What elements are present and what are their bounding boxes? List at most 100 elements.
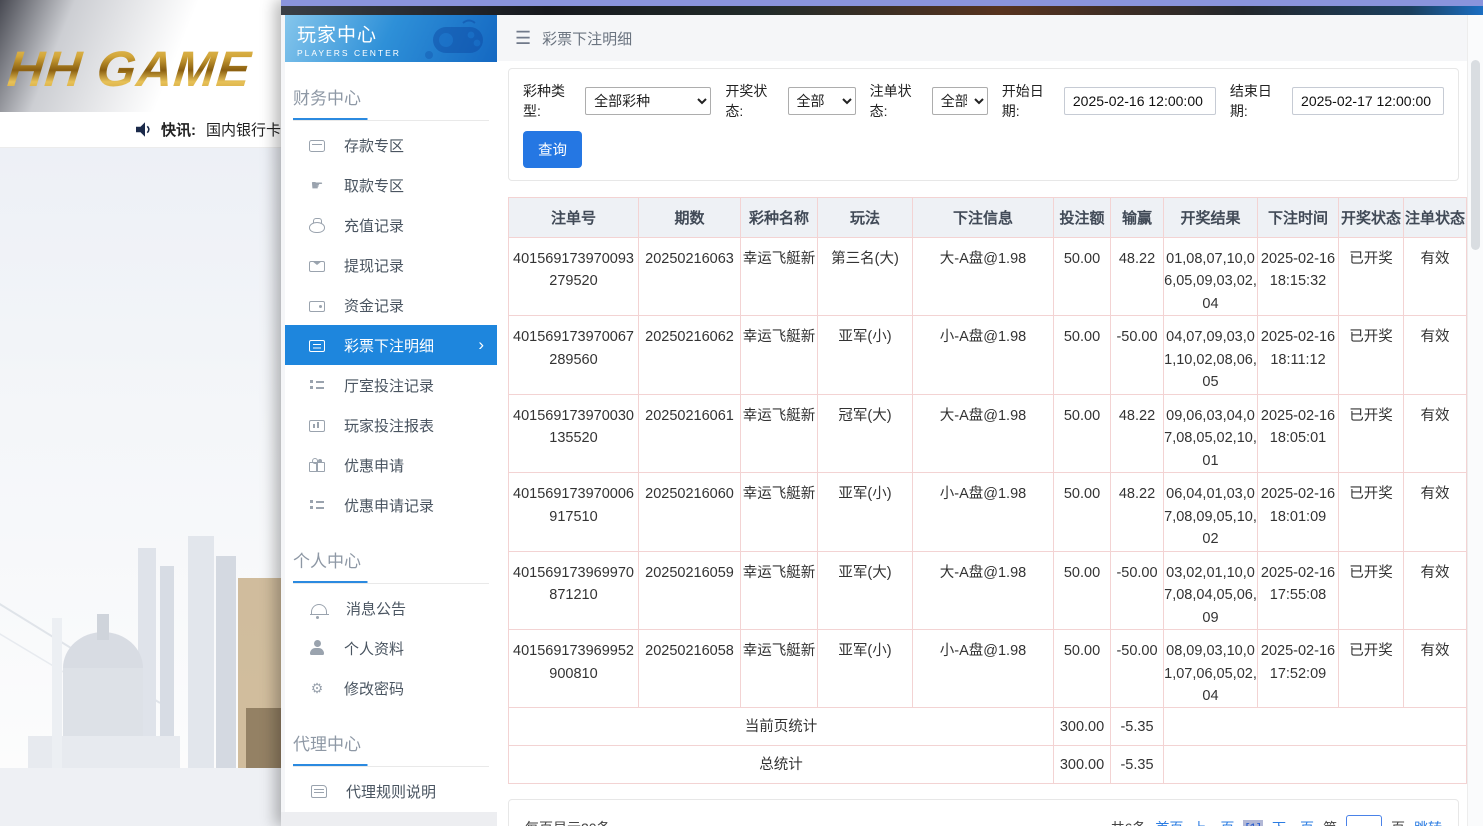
- sidebar-item-promo-apply-records[interactable]: 优惠申请记录: [285, 485, 497, 525]
- grand-summary-row: 总统计 300.00 -5.35: [509, 746, 1467, 784]
- start-date-label: 开始日期:: [1002, 81, 1058, 121]
- cell-bet-amount: 50.00: [1054, 238, 1111, 316]
- next-page-link[interactable]: 下一页: [1272, 818, 1314, 826]
- cell-win-loss: 48.22: [1111, 473, 1164, 551]
- cell-draw-result: 09,06,03,04,07,08,05,02,10,01: [1164, 394, 1258, 472]
- cell-draw-status: 已开奖: [1339, 238, 1404, 316]
- table-row[interactable]: 401569173970093279520 20250216063 幸运飞艇新 …: [509, 238, 1467, 316]
- sidebar-item-label: 取款专区: [344, 175, 404, 196]
- cell-issue: 20250216061: [639, 394, 741, 472]
- lottery-bets-icon: [309, 340, 325, 352]
- first-page-link[interactable]: 首页: [1155, 818, 1183, 826]
- cell-issue: 20250216063: [639, 238, 741, 316]
- sidebar-item-hall-bet-records[interactable]: 厅室投注记录: [285, 365, 497, 405]
- sidebar-item-withdrawal-records[interactable]: 提现记录: [285, 245, 497, 285]
- cell-win-loss: 48.22: [1111, 238, 1164, 316]
- bets-table: 注单号期数彩种名称玩法下注信息投注额输赢开奖结果下注时间开奖状态注单状态 401…: [508, 197, 1467, 784]
- summary-bet-total: 300.00: [1054, 746, 1111, 784]
- cell-bet-info: 小-A盘@1.98: [913, 630, 1054, 708]
- site-background-photo: [0, 148, 281, 826]
- background-site: HH GAME 快讯: 国内银行卡: [0, 0, 281, 826]
- table-row[interactable]: 401569173969970871210 20250216059 幸运飞艇新 …: [509, 551, 1467, 629]
- scrollbar-thumb[interactable]: [1471, 60, 1480, 250]
- cell-bet-time: 2025-02-16 18:15:32: [1258, 238, 1339, 316]
- scrollbar-track[interactable]: [1467, 15, 1483, 826]
- sidebar-item-deposit-zone[interactable]: 存款专区: [285, 125, 497, 165]
- person-icon: [309, 640, 325, 656]
- cell-play-type: 亚军(大): [818, 551, 913, 629]
- column-header: 开奖状态: [1339, 198, 1404, 238]
- cell-issue: 20250216059: [639, 551, 741, 629]
- summary-empty: [1164, 708, 1467, 746]
- funds-wallet-icon: [309, 301, 325, 312]
- sidebar-item-withdraw-zone[interactable]: ☛ 取款专区: [285, 165, 497, 205]
- cell-bet-info: 大-A盘@1.98: [913, 551, 1054, 629]
- section-heading-personal: 个人中心: [293, 547, 497, 572]
- sidebar-item-profile[interactable]: 个人资料: [285, 628, 497, 668]
- start-date-input[interactable]: [1064, 87, 1216, 115]
- hamburger-menu-icon[interactable]: ☰: [515, 28, 531, 49]
- prev-page-link[interactable]: 上一页: [1192, 818, 1234, 826]
- cell-order-id: 401569173969952900810: [509, 630, 639, 708]
- sidebar-item-agent-rules[interactable]: 代理规则说明: [285, 771, 497, 811]
- promo-gift-icon: [309, 462, 325, 472]
- cell-bet-time: 2025-02-16 18:01:09: [1258, 473, 1339, 551]
- jump-prefix: 第: [1323, 818, 1337, 826]
- cell-issue: 20250216060: [639, 473, 741, 551]
- section-heading-finance: 财务中心: [293, 84, 497, 109]
- sidebar-item-label: 彩票下注明细: [344, 335, 434, 356]
- draw-status-label: 开奖状态:: [725, 81, 781, 121]
- sidebar-item-label: 优惠申请记录: [344, 495, 434, 516]
- promo-record-list-icon: [309, 497, 325, 513]
- cell-bet-amount: 50.00: [1054, 630, 1111, 708]
- column-header: 注单号: [509, 198, 639, 238]
- table-row[interactable]: 401569173970030135520 20250216061 幸运飞艇新 …: [509, 394, 1467, 472]
- bet-status-select[interactable]: 全部: [932, 87, 988, 115]
- cell-order-status: 有效: [1404, 551, 1467, 629]
- end-date-input[interactable]: [1292, 87, 1444, 115]
- sidebar-item-recharge-records[interactable]: 充值记录: [285, 205, 497, 245]
- draw-status-select[interactable]: 全部: [788, 87, 856, 115]
- cell-draw-result: 03,02,01,10,07,08,04,05,06,09: [1164, 551, 1258, 629]
- section-heading-agent: 代理中心: [293, 730, 497, 755]
- cell-bet-amount: 50.00: [1054, 316, 1111, 394]
- search-button[interactable]: 查询: [523, 131, 582, 168]
- lottery-type-select[interactable]: 全部彩种: [585, 87, 711, 115]
- cell-order-status: 有效: [1404, 238, 1467, 316]
- jump-button[interactable]: 跳转: [1414, 818, 1442, 826]
- sidebar-item-label: 玩家投注报表: [344, 415, 434, 436]
- end-date-label: 结束日期:: [1230, 81, 1286, 121]
- sidebar-item-label: 优惠申请: [344, 455, 404, 476]
- sidebar-item-label: 厅室投注记录: [344, 375, 434, 396]
- sidebar-item-label: 充值记录: [344, 215, 404, 236]
- summary-win-loss: -5.35: [1111, 746, 1164, 784]
- page-jump-input[interactable]: [1346, 815, 1382, 826]
- table-row[interactable]: 401569173970067289560 20250216062 幸运飞艇新 …: [509, 316, 1467, 394]
- summary-win-loss: -5.35: [1111, 708, 1164, 746]
- gear-icon: ⚙: [309, 680, 325, 696]
- sidebar-item-announcements[interactable]: 消息公告: [285, 588, 497, 628]
- content-header: ☰ 彩票下注明细: [497, 15, 1467, 61]
- table-row[interactable]: 401569173969952900810 20250216058 幸运飞艇新 …: [509, 630, 1467, 708]
- cell-win-loss: -50.00: [1111, 630, 1164, 708]
- current-page-indicator: [1]: [1243, 820, 1263, 826]
- cell-order-status: 有效: [1404, 630, 1467, 708]
- column-header: 下注时间: [1258, 198, 1339, 238]
- jump-suffix: 页: [1391, 818, 1405, 826]
- sidebar-item-funds-records[interactable]: 资金记录: [285, 285, 497, 325]
- ticker-label: 快讯:: [161, 119, 196, 140]
- column-header: 注单状态: [1404, 198, 1467, 238]
- cell-lottery-name: 幸运飞艇新: [741, 473, 818, 551]
- sidebar-item-player-bet-report[interactable]: 玩家投注报表: [285, 405, 497, 445]
- cell-order-id: 401569173970006917510: [509, 473, 639, 551]
- cell-win-loss: -50.00: [1111, 316, 1164, 394]
- sidebar-item-label: 资金记录: [344, 295, 404, 316]
- summary-label: 总统计: [509, 746, 1054, 784]
- withdrawal-envelope-icon: [309, 261, 325, 272]
- sidebar-item-change-password[interactable]: ⚙ 修改密码: [285, 668, 497, 708]
- cell-draw-status: 已开奖: [1339, 316, 1404, 394]
- table-row[interactable]: 401569173970006917510 20250216060 幸运飞艇新 …: [509, 473, 1467, 551]
- cell-bet-time: 2025-02-16 18:11:12: [1258, 316, 1339, 394]
- sidebar-item-lottery-bet-details[interactable]: 彩票下注明细 ›: [285, 325, 497, 365]
- sidebar-item-promo-apply[interactable]: 优惠申请: [285, 445, 497, 485]
